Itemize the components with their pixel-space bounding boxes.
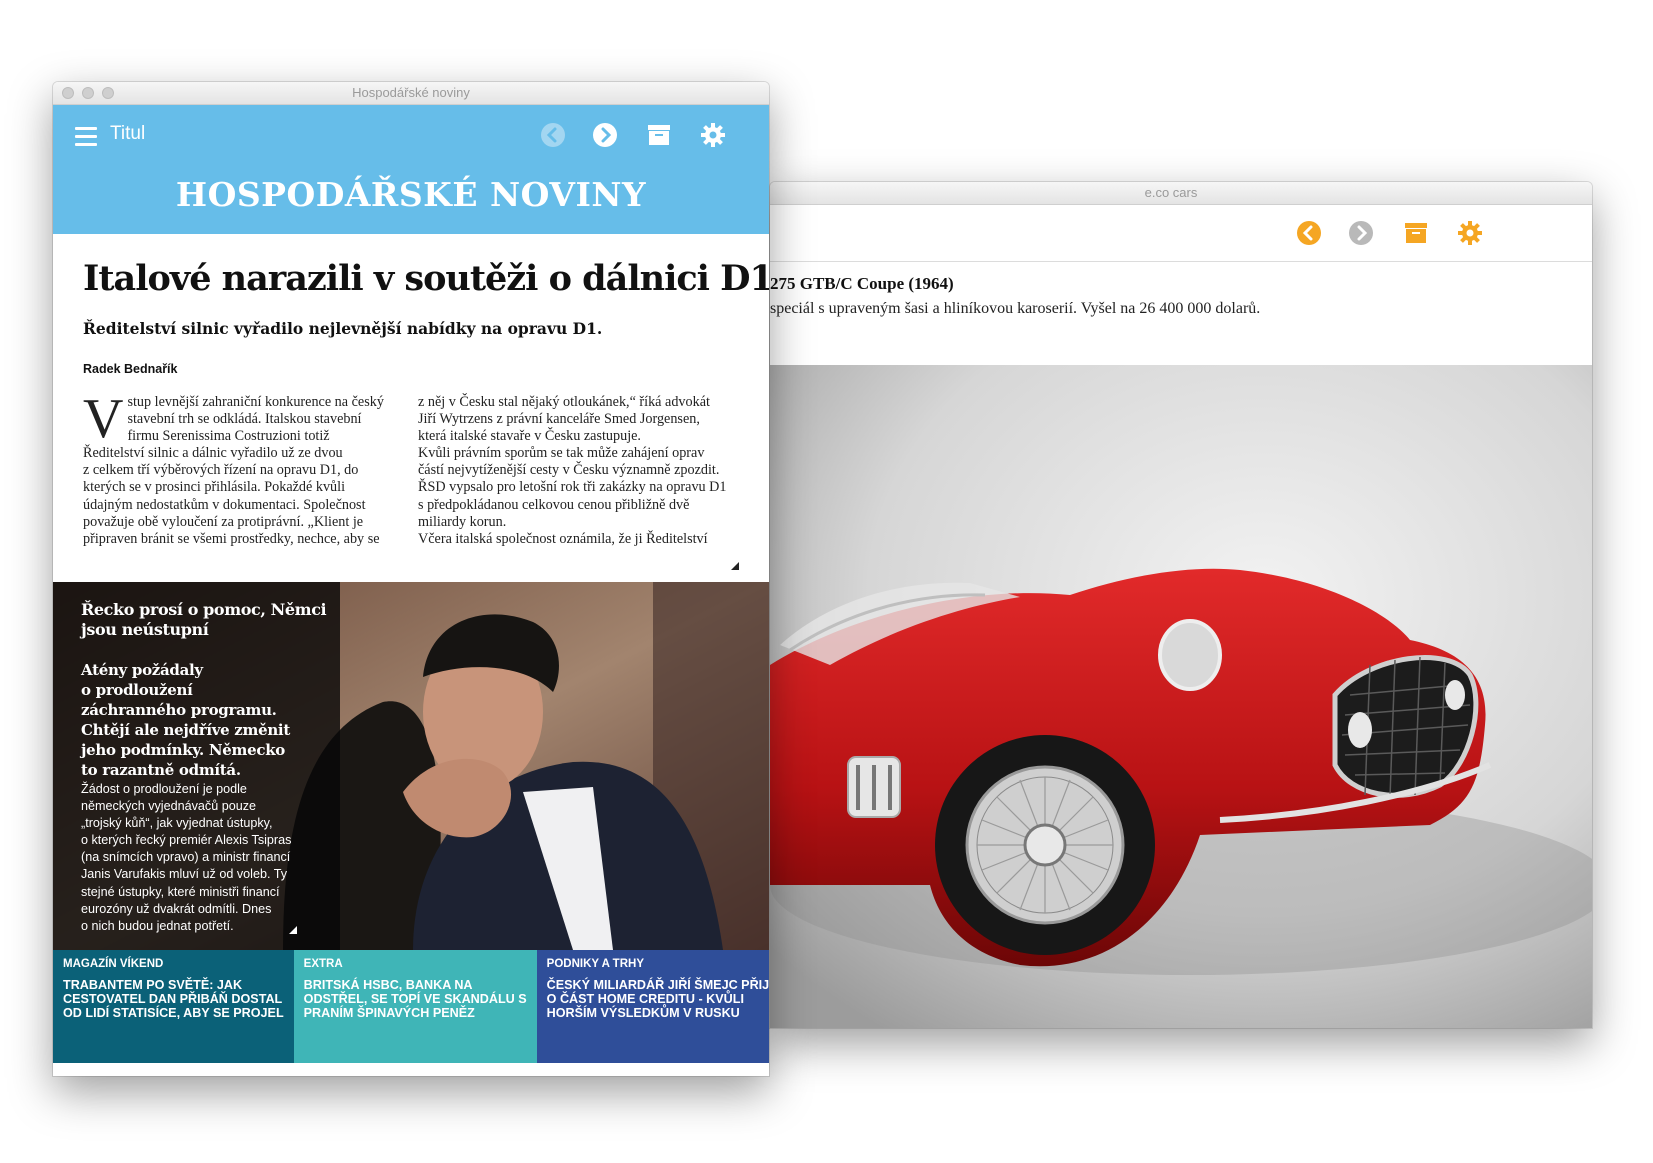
masthead-logo: HOSPODÁŘSKÉ NOVINY xyxy=(175,175,647,214)
text-line: připraven bránit se všemi prostředky, ne… xyxy=(83,530,380,547)
body-line: eurozóny už dvakrát odmítli. Dnes xyxy=(81,901,272,916)
tile-category: PODNIKY A TRHY xyxy=(546,958,644,970)
tile-title: BRITSKÁ HSBC, BANKA NA ODSTŘEL, SE TOPÍ … xyxy=(304,978,527,1020)
title-line: ODSTŘEL, SE TOPÍ VE SKANDÁLU S xyxy=(303,992,527,1006)
body-line: o nich budou jednat potřetí. xyxy=(81,918,234,933)
tile-podniky-a-trhy[interactable]: PODNIKY A TRHY ČESKÝ MILIARDÁŘ JIŘÍ ŠMEJ… xyxy=(536,950,769,1063)
back-icon[interactable] xyxy=(539,121,567,149)
tile-title: ČESKÝ MILIARDÁŘ JIŘÍ ŠMEJC PŘIJDE O ČÁST… xyxy=(547,978,769,1020)
text-line: Ředitelství silnic a dálnic vyřadilo už … xyxy=(83,445,343,462)
tile-category: MAGAZÍN VÍKEND xyxy=(63,958,164,970)
article-author: Radek Bednařík xyxy=(83,362,178,376)
body-line: „trojský kůň“, jak vyjednat ústupky, xyxy=(81,816,273,831)
text-line: ŘSD vypsalo pro letošní rok tři zakázky … xyxy=(418,479,727,496)
text-line: považuje obě vyloučení za protiprávní. „… xyxy=(83,513,364,530)
text-line: Včera italská společnost oznámila, že ji… xyxy=(418,530,708,547)
tile-title: TRABANTEM PO SVĚTĚ: JAK CESTOVATEL DAN P… xyxy=(63,978,284,1020)
window-controls xyxy=(62,87,114,99)
body-line: stejné ústupky, které ministři financí xyxy=(81,884,280,899)
minimize-window-button[interactable] xyxy=(82,87,94,99)
article-column-1: V stup levnější zahraniční konkurence na… xyxy=(83,388,395,548)
car-photo xyxy=(770,365,1592,1028)
news-header: Titul HOSPODÁŘSKÉ NOVINY xyxy=(53,105,769,234)
window-title: e.co cars xyxy=(1144,185,1198,200)
text-line: údajným nedostatkům v dokumentaci. Spole… xyxy=(83,496,366,513)
body-line: o kterých řecký premiér Alexis Tsipras xyxy=(81,833,292,848)
title-line: jsou neústupní xyxy=(81,620,209,639)
text-line: stup levnější zahraniční konkurence na č… xyxy=(127,394,384,410)
title-line: Řecko prosí o pomoc, Němci xyxy=(81,600,327,619)
text-line: Kvůli právním sporům se tak může zahájen… xyxy=(418,445,705,462)
news-window: Hospodářské noviny Titul HOSPODÁŘSKÉ NOV… xyxy=(53,82,769,1076)
lead-article[interactable]: Italové narazili v soutěži o dálnici D1 … xyxy=(53,234,769,582)
continue-reading-icon[interactable] xyxy=(731,562,739,570)
title-line: CESTOVATEL DAN PŘIBÁŇ DOSTAL xyxy=(63,992,283,1006)
hamburger-menu-icon[interactable] xyxy=(75,127,97,147)
text-line: z celkem tří výběrových řízení na opravu… xyxy=(83,462,359,479)
lead-line: záchranného programu. xyxy=(81,701,277,719)
text-line: s předpokládanou celkovou cenou přibližn… xyxy=(418,496,690,513)
continue-reading-icon[interactable] xyxy=(289,926,297,934)
car-title: 275 GTB/C Coupe (1964) xyxy=(770,274,954,293)
text-line: která italské stavaře v Česku zastupuje. xyxy=(418,428,641,445)
section-tiles: MAGAZÍN VÍKEND TRABANTEM PO SVĚTĚ: JAK C… xyxy=(53,950,769,1063)
text-line: z něj v Česku stal nějaký otloukánek,“ ř… xyxy=(418,394,710,410)
section-title[interactable]: Titul xyxy=(110,123,145,145)
back-icon[interactable] xyxy=(1295,219,1323,247)
body-line: (na snímcích vpravo) a ministr financí xyxy=(81,850,291,865)
archive-icon[interactable] xyxy=(645,121,673,149)
body-line: Janis Varufakis mluví už od voleb. Ty xyxy=(81,867,288,882)
gear-icon[interactable] xyxy=(699,121,727,149)
feature-body: Žádost o prodloužení je podle německých … xyxy=(81,781,336,935)
tile-magazin-vikend[interactable]: MAGAZÍN VÍKEND TRABANTEM PO SVĚTĚ: JAK C… xyxy=(53,950,294,1063)
text-line: miliardy korun. xyxy=(418,513,507,530)
zoom-window-button[interactable] xyxy=(102,87,114,99)
lead-line: jeho podmínky. Německo xyxy=(81,741,285,759)
tile-extra[interactable]: EXTRA BRITSKÁ HSBC, BANKA NA ODSTŘEL, SE… xyxy=(293,950,537,1063)
lead-line: to razantně odmítá. xyxy=(81,761,241,779)
feature-title[interactable]: Řecko prosí o pomoc, Němci jsou neústupn… xyxy=(81,600,331,640)
article-column-2: z něj v Česku stal nějaký otloukánek,“ ř… xyxy=(418,394,738,548)
text-line: firmu Serenissima Costruzioni totiž xyxy=(127,428,330,445)
text-line: stavební trh se odkládá. Italskou staveb… xyxy=(127,411,362,428)
close-window-button[interactable] xyxy=(62,87,74,99)
lead-line: Chtějí ale nejdříve změnit xyxy=(81,721,290,739)
feature-lead: Atény požádaly o prodloužení záchranného… xyxy=(81,660,331,780)
window-titlebar[interactable]: e.co cars xyxy=(770,182,1592,205)
title-line: ČESKÝ MILIARDÁŘ JIŘÍ ŠMEJC PŘIJDE xyxy=(546,978,769,992)
window-titlebar[interactable]: Hospodářské noviny xyxy=(53,82,769,105)
title-line: OD LIDÍ STATISÍCE, ABY SE PROJEL xyxy=(63,1006,284,1020)
car-description: speciál s upraveným šasi a hliníkovou ka… xyxy=(770,300,1261,317)
title-line: BRITSKÁ HSBC, BANKA NA xyxy=(303,978,473,992)
title-line: PRANÍM ŠPINAVÝCH PENĚZ xyxy=(303,1006,475,1020)
article-headline[interactable]: Italové narazili v soutěži o dálnici D1 xyxy=(83,258,769,299)
feature-story[interactable]: Řecko prosí o pomoc, Němci jsou neústupn… xyxy=(53,582,769,950)
tile-category: EXTRA xyxy=(303,958,343,970)
lead-line: Atény požádaly xyxy=(81,661,203,679)
body-line: Žádost o prodloužení je podle xyxy=(81,782,247,796)
lead-line: o prodloužení xyxy=(81,681,193,699)
title-line: O ČÁST HOME CREDITU - KVŮLI xyxy=(546,992,744,1006)
drop-cap: V xyxy=(83,388,124,450)
text-line: částí nejvytíženější cesty v Česku význa… xyxy=(418,462,720,479)
archive-icon[interactable] xyxy=(1402,219,1430,247)
text-line: Jiří Wytrzens z právní kanceláře Smed Jo… xyxy=(418,411,700,428)
title-line: TRABANTEM PO SVĚTĚ: JAK xyxy=(63,978,243,992)
body-line: německých vyjednávačů pouze xyxy=(81,799,257,814)
window-title: Hospodářské noviny xyxy=(352,85,470,100)
gear-icon[interactable] xyxy=(1456,219,1484,247)
forward-icon[interactable] xyxy=(591,121,619,149)
article-subhead: Ředitelství silnic vyřadilo nejlevnější … xyxy=(83,319,603,338)
toolbar xyxy=(770,205,1592,262)
cars-window: e.co cars 275 GTB/C Coupe (1964) speciál… xyxy=(770,182,1592,1028)
text-line: kterých se v prosinci přihlásila. Pokažd… xyxy=(83,479,346,496)
title-line: HORŠÍM VÝSLEDKŮM V RUSKU xyxy=(546,1006,740,1020)
forward-icon[interactable] xyxy=(1347,219,1375,247)
